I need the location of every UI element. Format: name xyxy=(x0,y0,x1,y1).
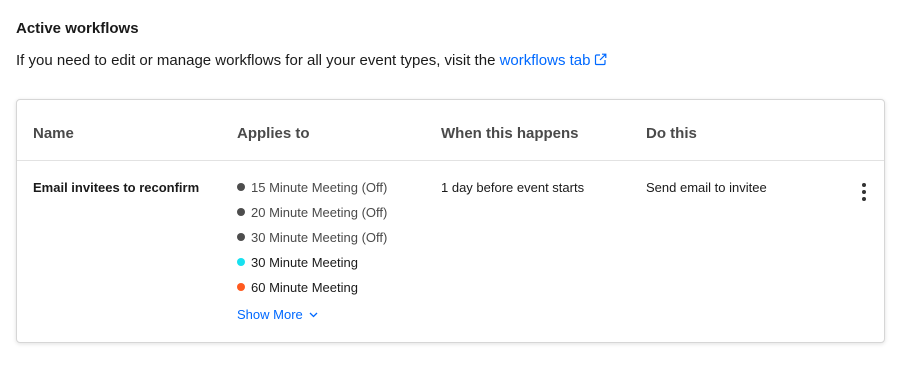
show-more-button[interactable]: Show More xyxy=(237,306,318,322)
status-dot-icon xyxy=(237,258,245,266)
header-applies-to: Applies to xyxy=(237,125,310,142)
event-type-label: 15 Minute Meeting (Off) xyxy=(251,180,388,195)
chevron-down-icon[interactable] xyxy=(309,306,318,321)
workflows-table: Name Applies to When this happens Do thi… xyxy=(16,99,885,343)
event-type-label: 60 Minute Meeting xyxy=(251,280,358,295)
status-dot-icon xyxy=(237,183,245,191)
intro-text: If you need to edit or manage workflows … xyxy=(16,52,607,70)
header-when: When this happens xyxy=(441,125,579,142)
section-title: Active workflows xyxy=(16,20,139,37)
workflow-name: Email invitees to reconfirm xyxy=(33,180,200,195)
event-type-label: 20 Minute Meeting (Off) xyxy=(251,205,388,220)
workflows-tab-link-label[interactable]: workflows tab xyxy=(500,52,591,69)
external-link-icon[interactable] xyxy=(594,53,607,70)
kebab-menu-icon[interactable] xyxy=(856,183,872,207)
list-item: 30 Minute Meeting (Off) xyxy=(237,230,387,255)
trigger-text: 1 day before event starts xyxy=(441,180,585,195)
table-header: Name Applies to When this happens Do thi… xyxy=(17,100,884,161)
show-more-label[interactable]: Show More xyxy=(237,307,303,322)
header-name: Name xyxy=(33,125,74,142)
status-dot-icon xyxy=(237,208,245,216)
intro-text-body: If you need to edit or manage workflows … xyxy=(16,52,496,69)
action-text: Send email to invitee xyxy=(646,180,767,195)
list-item: 20 Minute Meeting (Off) xyxy=(237,205,387,230)
event-type-label: 30 Minute Meeting xyxy=(251,255,358,270)
list-item: 15 Minute Meeting (Off) xyxy=(237,180,387,205)
status-dot-icon xyxy=(237,283,245,291)
workflows-tab-link[interactable]: workflows tab xyxy=(500,52,608,69)
header-action: Do this xyxy=(646,125,697,142)
status-dot-icon xyxy=(237,233,245,241)
applies-to-list: 15 Minute Meeting (Off) 20 Minute Meeting… xyxy=(237,180,387,305)
list-item: 60 Minute Meeting xyxy=(237,280,387,305)
list-item: 30 Minute Meeting xyxy=(237,255,387,280)
event-type-label: 30 Minute Meeting (Off) xyxy=(251,230,388,245)
